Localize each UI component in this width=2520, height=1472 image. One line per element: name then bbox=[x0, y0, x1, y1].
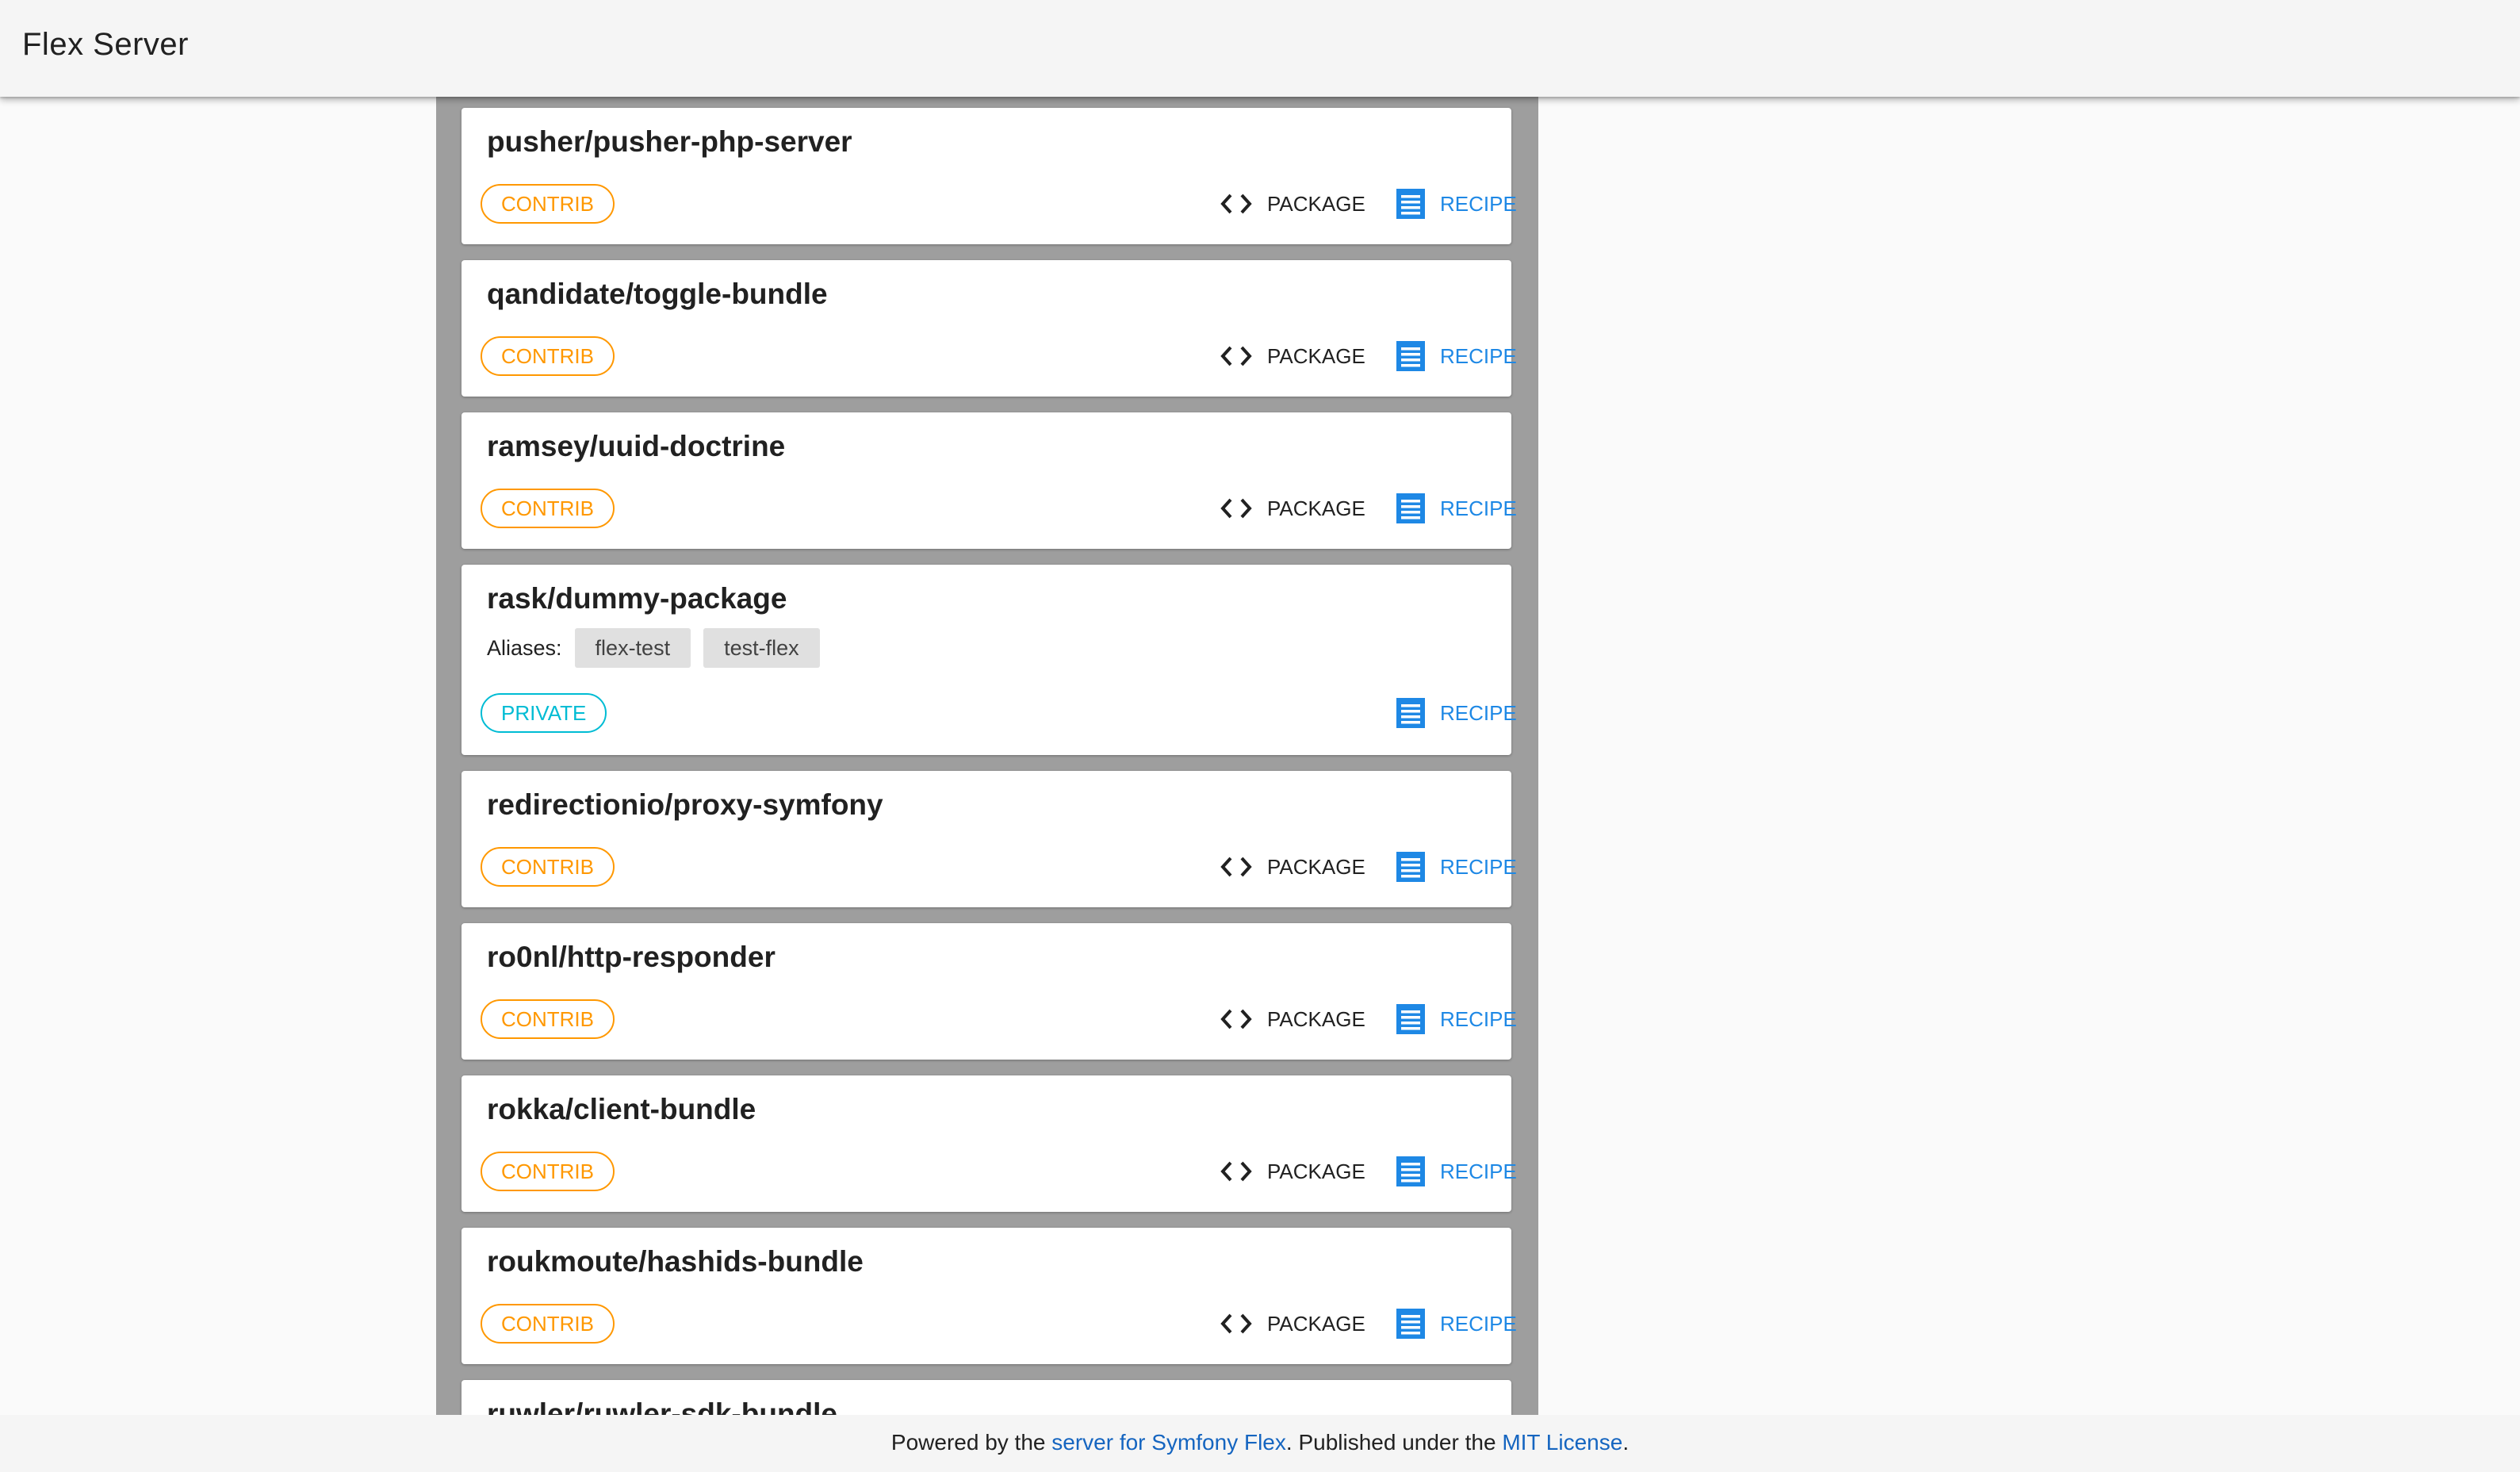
recipe-link-label: RECIPE bbox=[1440, 1159, 1517, 1183]
recipe-link-button[interactable]: RECIPE bbox=[1396, 1304, 1517, 1344]
package-link-label: PACKAGE bbox=[1267, 854, 1365, 879]
recipe-document-icon bbox=[1396, 1004, 1425, 1034]
footer-text: . bbox=[1622, 1430, 1630, 1455]
recipe-link-button[interactable]: RECIPE bbox=[1396, 1152, 1517, 1191]
package-card: pusher/pusher-php-server CONTRIB PACKAGE RE… bbox=[461, 108, 1517, 244]
recipe-link-button[interactable]: RECIPE bbox=[1396, 184, 1517, 224]
alias-chip: test-flex bbox=[703, 628, 820, 668]
mit-license-link[interactable]: MIT License bbox=[1502, 1430, 1622, 1455]
package-link-label: PACKAGE bbox=[1267, 1311, 1365, 1336]
code-brackets-icon bbox=[1220, 1313, 1252, 1334]
code-brackets-icon bbox=[1220, 498, 1252, 519]
package-link-button[interactable]: PACKAGE bbox=[1220, 1152, 1365, 1191]
package-name: rokka/client-bundle bbox=[487, 1093, 756, 1125]
footer-text: Powered by the bbox=[890, 1430, 1052, 1455]
footer: Powered by the server for Symfony Flex. … bbox=[0, 1415, 2520, 1472]
package-card: ro0nl/http-responder CONTRIB PACKAGE RECIPE bbox=[461, 923, 1517, 1060]
alias-chip: flex-test bbox=[574, 628, 691, 668]
app-title: Flex Server bbox=[22, 27, 189, 62]
package-link-button[interactable]: PACKAGE bbox=[1220, 999, 1365, 1039]
code-brackets-icon bbox=[1220, 194, 1252, 214]
symfony-flex-server-link[interactable]: server for Symfony Flex bbox=[1051, 1430, 1286, 1455]
recipe-link-button[interactable]: RECIPE bbox=[1396, 999, 1517, 1039]
package-card: redirectionio/proxy-symfony CONTRIB PACKAG… bbox=[461, 771, 1517, 907]
package-name: qandidate/toggle-bundle bbox=[487, 278, 828, 310]
package-card: roukmoute/hashids-bundle CONTRIB PACKAGE RE… bbox=[461, 1228, 1517, 1364]
recipe-document-icon bbox=[1396, 493, 1425, 523]
package-link-label: PACKAGE bbox=[1267, 1006, 1365, 1031]
aliases-row: Aliases: flex-test test-flex bbox=[487, 628, 833, 668]
contrib-badge: CONTRIB bbox=[481, 1304, 615, 1344]
package-name: pusher/pusher-php-server bbox=[487, 125, 852, 158]
recipe-document-icon bbox=[1396, 698, 1425, 728]
recipe-document-icon bbox=[1396, 1156, 1425, 1186]
package-name: roukmoute/hashids-bundle bbox=[487, 1245, 864, 1278]
recipe-link-button[interactable]: RECIPE bbox=[1396, 489, 1517, 528]
recipe-document-icon bbox=[1396, 852, 1425, 882]
recipe-link-button[interactable]: RECIPE bbox=[1396, 693, 1517, 733]
contrib-badge: CONTRIB bbox=[481, 1152, 615, 1191]
contrib-badge: CONTRIB bbox=[481, 999, 615, 1039]
recipe-document-icon bbox=[1396, 189, 1425, 219]
package-name: rask/dummy-package bbox=[487, 582, 787, 615]
package-card: rokka/client-bundle CONTRIB PACKAGE RECIPE bbox=[461, 1075, 1517, 1212]
package-link-button[interactable]: PACKAGE bbox=[1220, 847, 1365, 887]
package-link-button[interactable]: PACKAGE bbox=[1220, 489, 1365, 528]
package-link-button[interactable]: PACKAGE bbox=[1220, 1304, 1365, 1344]
private-badge: PRIVATE bbox=[481, 693, 607, 733]
recipe-link-label: RECIPE bbox=[1440, 854, 1517, 879]
package-card: qandidate/toggle-bundle CONTRIB PACKAGE REC… bbox=[461, 260, 1517, 397]
footer-text: . Published under the bbox=[1285, 1430, 1503, 1455]
package-name: ramsey/uuid-doctrine bbox=[487, 430, 786, 462]
recipe-document-icon bbox=[1396, 1309, 1425, 1339]
package-card: rask/dummy-package Aliases: flex-test test-… bbox=[461, 565, 1517, 755]
aliases-label: Aliases: bbox=[487, 635, 562, 660]
code-brackets-icon bbox=[1220, 346, 1252, 366]
app-bar: Flex Server bbox=[0, 0, 2520, 97]
recipe-link-label: RECIPE bbox=[1440, 191, 1517, 216]
recipe-document-icon bbox=[1396, 341, 1425, 371]
package-card: ruwler/ruwler-sdk-bundlePACKAGERECIPE bbox=[461, 1380, 1511, 1415]
package-link-button[interactable]: PACKAGE bbox=[1220, 336, 1365, 376]
recipe-link-label: RECIPE bbox=[1440, 1006, 1517, 1031]
code-brackets-icon bbox=[1220, 1009, 1252, 1029]
package-link-label: PACKAGE bbox=[1267, 343, 1365, 368]
recipe-link-label: RECIPE bbox=[1440, 343, 1517, 368]
package-link-label: PACKAGE bbox=[1267, 1159, 1365, 1183]
package-name: ro0nl/http-responder bbox=[487, 941, 776, 973]
package-link-button[interactable]: PACKAGE bbox=[1220, 184, 1365, 224]
recipe-link-button[interactable]: RECIPE bbox=[1396, 336, 1517, 376]
recipe-link-label: RECIPE bbox=[1440, 496, 1517, 520]
package-link-label: PACKAGE bbox=[1267, 191, 1365, 216]
recipe-link-button[interactable]: RECIPE bbox=[1396, 847, 1517, 887]
package-name: redirectionio/proxy-symfony bbox=[487, 788, 883, 821]
contrib-badge: CONTRIB bbox=[481, 184, 615, 224]
recipe-link-label: RECIPE bbox=[1440, 1311, 1517, 1336]
contrib-badge: CONTRIB bbox=[481, 336, 615, 376]
contrib-badge: CONTRIB bbox=[481, 489, 615, 528]
package-card: ramsey/uuid-doctrine CONTRIB PACKAGE RECIPE bbox=[461, 412, 1517, 549]
package-name: ruwler/ruwler-sdk-bundle bbox=[487, 1397, 838, 1415]
code-brackets-icon bbox=[1220, 857, 1252, 877]
code-brackets-icon bbox=[1220, 1161, 1252, 1182]
package-link-label: PACKAGE bbox=[1267, 496, 1365, 520]
recipe-link-label: RECIPE bbox=[1440, 700, 1517, 725]
package-list-column: pusher/pusher-php-server CONTRIB PACKAGE RE… bbox=[436, 97, 1538, 1415]
contrib-badge: CONTRIB bbox=[481, 847, 615, 887]
